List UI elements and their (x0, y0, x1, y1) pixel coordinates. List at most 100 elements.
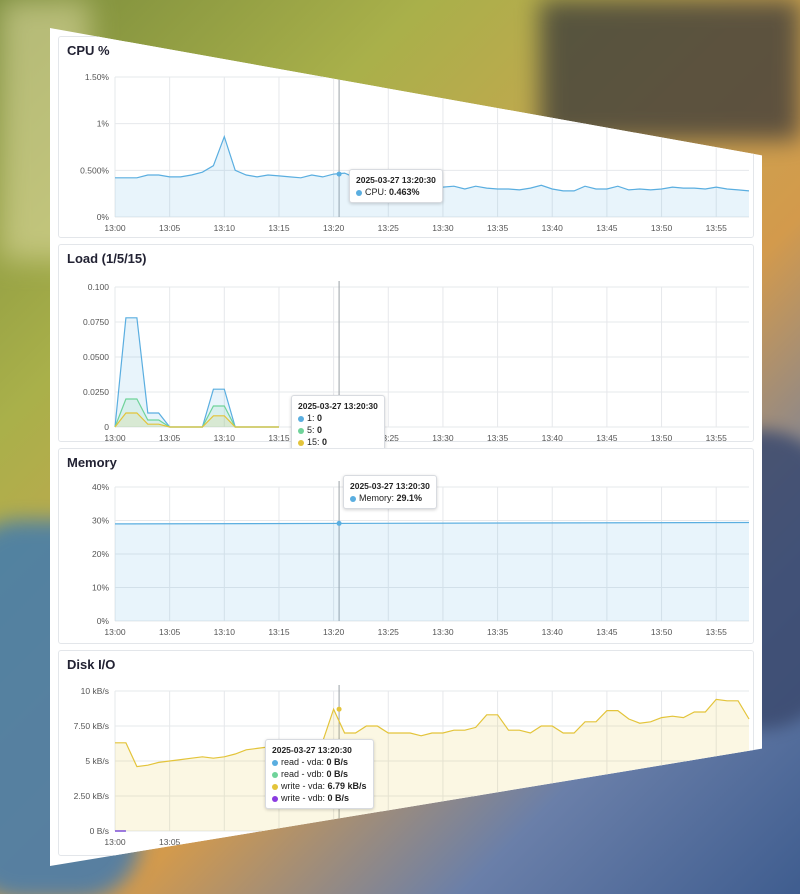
x-tick-label: 13:05 (159, 837, 181, 847)
load5-legend-dot (298, 427, 304, 434)
cpu-tooltip-value: 0.463% (389, 187, 420, 197)
load-tooltip-time: 2025-03-27 13:20:30 (298, 401, 378, 411)
y-tick-label: 10% (92, 583, 109, 593)
x-tick-label: 13:10 (214, 433, 236, 443)
read-vdb-legend-dot (272, 771, 278, 778)
x-tick-label: 13:10 (214, 837, 236, 847)
load-tooltip-value-5: 0 (317, 425, 323, 435)
cpu-tooltip-label: CPU: (365, 187, 387, 197)
x-tick-label: 13:55 (706, 433, 728, 443)
x-tick-label: 13:45 (596, 223, 618, 233)
y-tick-label: 0 B/s (90, 826, 109, 836)
series-area-write---vda (115, 699, 749, 831)
write-vda-legend-dot (272, 783, 278, 790)
x-tick-label: 13:25 (378, 223, 400, 233)
x-tick-label: 13:55 (706, 223, 728, 233)
disk-tooltip-label-write-vdb: write - vdb: (281, 793, 326, 803)
cpu-tooltip: 2025-03-27 13:20:30 CPU: 0.463% (349, 169, 443, 203)
x-tick-label: 13:15 (268, 837, 290, 847)
x-tick-label: 13:40 (542, 837, 564, 847)
x-tick-label: 13:10 (214, 223, 236, 233)
y-tick-label: 40% (92, 482, 109, 492)
y-tick-label: 10 kB/s (81, 686, 109, 696)
monitoring-panel: CPU % 1.50% 1% 0.500% 0% 13:00 13:05 13:10 13:1… (50, 28, 762, 866)
x-tick-label: 13:15 (268, 223, 290, 233)
x-tick-label: 13:35 (487, 433, 509, 443)
write-vdb-legend-dot (272, 795, 278, 802)
load15-legend-dot (298, 439, 304, 446)
load-tooltip-label-15: 15: (307, 437, 320, 447)
disk-tooltip-label-write-vda: write - vda: (281, 781, 326, 791)
hover-point-Memory (336, 520, 342, 526)
hover-point-read---vdb (336, 828, 342, 834)
x-tick-label: 13:50 (651, 433, 673, 443)
load-tooltip-label-5: 5: (307, 425, 315, 435)
x-tick-label: 13:50 (651, 627, 673, 637)
y-tick-label: 0.0250 (83, 387, 109, 397)
y-tick-label: 1% (97, 119, 110, 129)
x-tick-label: 13:20 (323, 627, 345, 637)
y-tick-label: 30% (92, 516, 109, 526)
x-tick-label: 13:00 (104, 223, 126, 233)
y-tick-label: 0.0750 (83, 317, 109, 327)
hover-point-CPU (336, 171, 342, 177)
load-chart[interactable]: 0.1000.07500.05000.0250013:00 13:05 13:10 1… (59, 245, 755, 443)
x-tick-label: 13:15 (268, 627, 290, 637)
hover-point-read---vda (336, 828, 342, 834)
load-tooltip-label-1: 1: (307, 413, 315, 423)
x-tick-label: 13:05 (159, 627, 181, 637)
x-tick-label: 13:35 (487, 627, 509, 637)
x-tick-label: 13:20 (323, 223, 345, 233)
series-area-Memory (115, 522, 749, 621)
x-tick-label: 13:20 (323, 837, 345, 847)
x-tick-label: 13:55 (706, 627, 728, 637)
x-tick-label: 13:45 (596, 433, 618, 443)
y-tick-label: 0% (97, 616, 110, 626)
x-tick-label: 13:40 (542, 627, 564, 637)
y-tick-label: 1.50% (85, 72, 110, 82)
y-tick-label: 20% (92, 549, 109, 559)
disk-chart-card: Disk I/O 10 kB/s 7.50 kB/s 5 kB/s 2.50 kB/s… (58, 650, 754, 856)
x-tick-label: 13:00 (104, 837, 126, 847)
read-vda-legend-dot (272, 759, 278, 766)
y-tick-label: 2.50 kB/s (74, 791, 109, 801)
x-tick-label: 13:30 (432, 433, 454, 443)
x-tick-label: 13:00 (104, 627, 126, 637)
disk-tooltip-label-read-vda: read - vda: (281, 757, 325, 767)
memory-tooltip: 2025-03-27 13:20:30 Memory: 29.1% (343, 475, 437, 509)
x-tick-label: 13:15 (268, 433, 290, 443)
memory-legend-dot (350, 495, 356, 502)
memory-chart-card: Memory 40% 30% 20% 10% 0% 13:00 13:05 13:10 13:1… (58, 448, 754, 644)
cpu-legend-dot (356, 189, 362, 196)
x-tick-label: 13:35 (487, 223, 509, 233)
background-blur-shape (540, 0, 800, 140)
hover-point-write---vdb (336, 828, 342, 834)
disk-tooltip-value-write-vda: 6.79 kB/s (327, 781, 367, 791)
memory-tooltip-label: Memory: (359, 493, 395, 503)
y-tick-label: 7.50 kB/s (74, 721, 109, 731)
disk-tooltip-value-write-vdb: 0 B/s (327, 793, 350, 803)
disk-tooltip-time: 2025-03-27 13:20:30 (272, 745, 352, 755)
x-tick-label: 13:40 (542, 433, 564, 443)
disk-tooltip-value-read-vda: 0 B/s (326, 757, 349, 767)
x-tick-label: 13:45 (596, 837, 618, 847)
cpu-tooltip-time: 2025-03-27 13:20:30 (356, 175, 436, 185)
load-tooltip-value-15: 0 (322, 437, 328, 447)
y-tick-label: 0.100 (88, 282, 110, 292)
x-tick-label: 13:25 (378, 627, 400, 637)
disk-tooltip: 2025-03-27 13:20:30 read - vda: 0 B/s re… (265, 739, 374, 809)
x-tick-label: 13:50 (651, 837, 673, 847)
x-tick-label: 13:50 (651, 223, 673, 233)
disk-chart[interactable]: 10 kB/s7.50 kB/s5 kB/s2.50 kB/s0 B/s13:0… (59, 651, 755, 857)
load-tooltip-value-1: 0 (317, 413, 323, 423)
x-tick-label: 13:45 (596, 627, 618, 637)
load-chart-card: Load (1/5/15) 0.100 0.0750 0.0500 0.0250 0 13… (58, 244, 755, 453)
x-tick-label: 13:10 (214, 627, 236, 637)
disk-tooltip-value-read-vdb: 0 B/s (326, 769, 349, 779)
memory-tooltip-value: 29.1% (396, 493, 423, 503)
x-tick-label: 13:55 (706, 837, 728, 847)
x-tick-label: 13:30 (432, 627, 454, 637)
x-tick-label: 13:30 (432, 837, 454, 847)
y-tick-label: 0% (97, 212, 110, 222)
load-tooltip: 2025-03-27 13:20:30 1: 0 5: 0 15: 0 (291, 395, 385, 453)
